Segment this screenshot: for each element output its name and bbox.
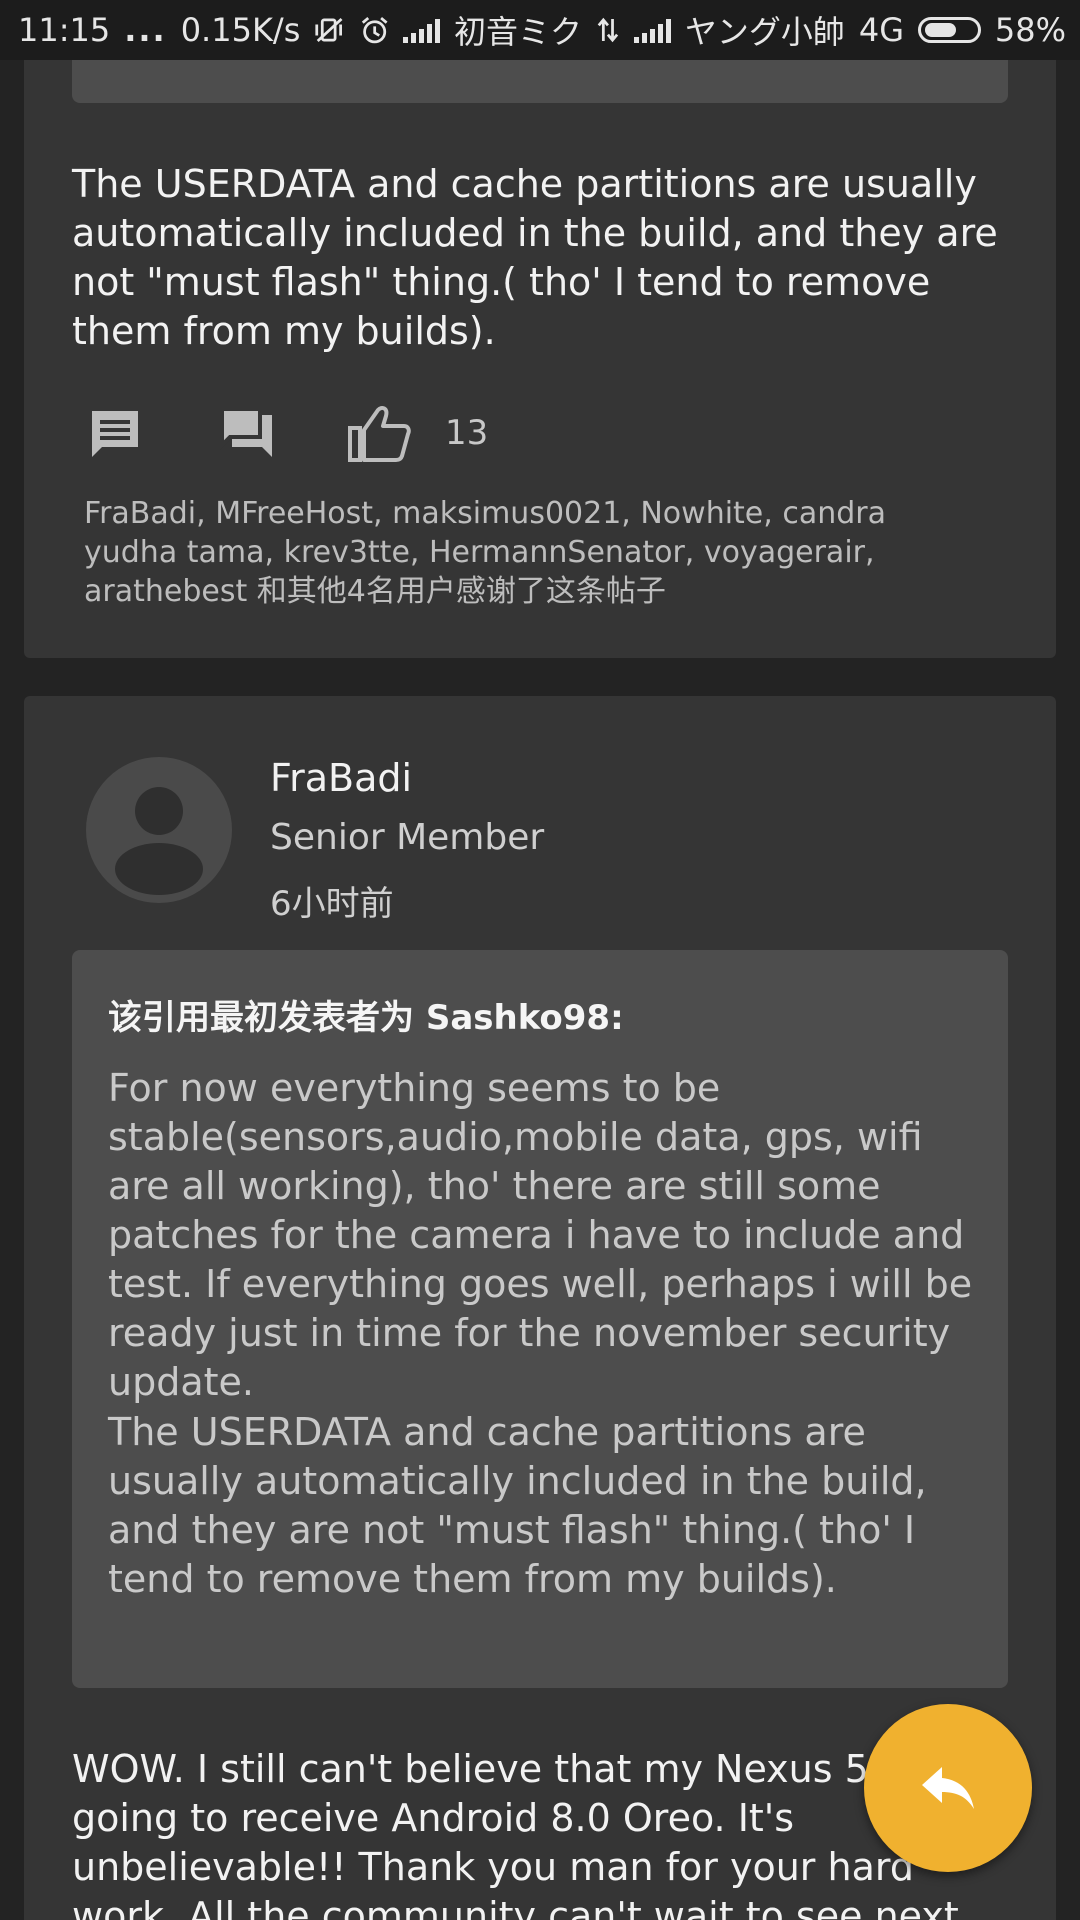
status-battery-percent: 58% bbox=[994, 11, 1066, 49]
quote-reply-button[interactable] bbox=[218, 402, 276, 466]
quote-reply-icon bbox=[220, 407, 272, 457]
status-carrier-2: ヤング小帥 bbox=[684, 13, 845, 51]
quote-paragraph: For now everything seems to be stable(se… bbox=[108, 1066, 973, 1404]
comment-icon bbox=[92, 411, 138, 457]
like-button[interactable] bbox=[346, 402, 412, 466]
status-network-type: 4G bbox=[858, 11, 904, 49]
quote-heading[interactable]: 该引用最初发表者为 Sashko98: bbox=[108, 990, 624, 1039]
quote-box: 该引用最初发表者为 Sashko98: For now everything s… bbox=[72, 950, 1008, 1688]
reply-fab-button[interactable] bbox=[864, 1704, 1032, 1872]
status-time: 11:15 bbox=[18, 11, 111, 49]
data-arrows-icon bbox=[597, 17, 619, 43]
thanks-list[interactable]: FraBadi, MFreeHost, maksimus0021, Nowhit… bbox=[84, 494, 984, 611]
quote-paragraph: The USERDATA and cache partitions are us… bbox=[108, 1410, 927, 1601]
post-body-text: The USERDATA and cache partitions are us… bbox=[72, 162, 998, 353]
status-net-speed: 0.15K/s bbox=[180, 11, 301, 49]
user-silhouette-icon bbox=[115, 787, 203, 895]
post-time: 6小时前 bbox=[270, 884, 394, 924]
reply-icon bbox=[922, 1767, 974, 1809]
vibrate-mute-icon bbox=[315, 17, 343, 43]
signal-icon bbox=[402, 17, 440, 43]
alarm-icon bbox=[361, 17, 388, 44]
battery-icon bbox=[917, 17, 981, 43]
like-count: 13 bbox=[445, 413, 489, 453]
user-title: Senior Member bbox=[270, 817, 545, 858]
status-bar: 11:15 ... 0.15K/s 初音ミク ヤング小帥 4G 58% bbox=[0, 0, 1080, 60]
username[interactable]: FraBadi bbox=[270, 756, 412, 800]
avatar[interactable] bbox=[86, 757, 232, 903]
signal-icon-2 bbox=[633, 17, 671, 43]
status-more-dots: ... bbox=[124, 11, 167, 49]
status-carrier-1: 初音ミク bbox=[453, 13, 582, 51]
screen: 11:15 ... 0.15K/s 初音ミク ヤング小帥 4G 58% The … bbox=[0, 0, 1080, 1920]
comment-button[interactable] bbox=[88, 402, 142, 466]
thumbs-up-icon bbox=[348, 406, 411, 462]
